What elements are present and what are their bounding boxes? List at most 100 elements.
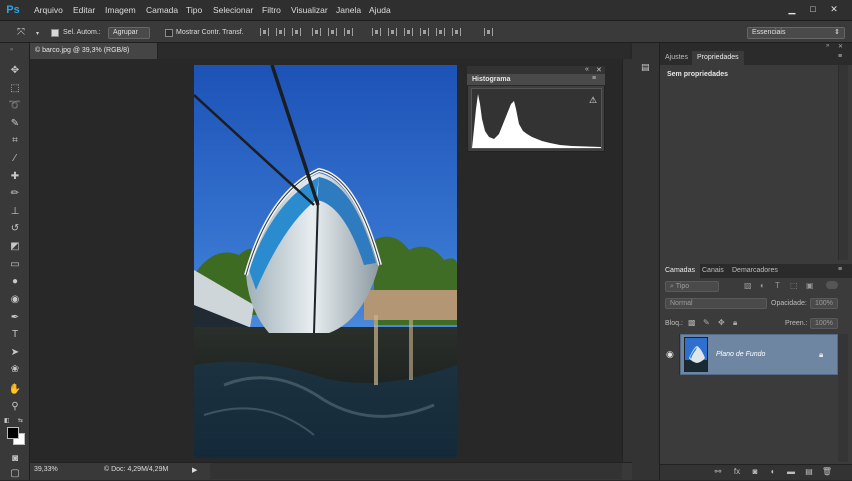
link-layers-icon[interactable]: ⚯	[712, 466, 724, 478]
auto-select-target-select[interactable]: Agrupar	[108, 27, 150, 39]
lock-image-pixels-icon[interactable]: ✎	[703, 318, 710, 327]
filter-type-icon[interactable]: T	[775, 281, 780, 290]
clone-stamp-tool-icon[interactable]: ⊥	[7, 205, 23, 219]
show-transform-checkbox[interactable]	[165, 29, 173, 37]
new-layer-icon[interactable]: ▤	[803, 466, 815, 478]
marquee-tool-icon[interactable]: ⬚	[7, 82, 23, 96]
layer-filter-select[interactable]: ⌕ Tipo	[665, 281, 719, 292]
history-panel-icon[interactable]: ▤	[641, 62, 653, 74]
delete-layer-icon[interactable]: 🗑︎	[821, 466, 833, 478]
distribute-hcenter-icon[interactable]	[436, 28, 445, 36]
layer-name[interactable]: Plano de Fundo	[716, 351, 765, 358]
menu-selecionar[interactable]: Selecionar	[213, 5, 253, 15]
auto-align-icon[interactable]	[484, 28, 493, 36]
layer-style-icon[interactable]: fx	[731, 466, 743, 478]
menu-arquivo[interactable]: Arquivo	[34, 5, 63, 15]
pen-tool-icon[interactable]: ✒	[7, 311, 23, 325]
layers-panel-menu-icon[interactable]: ≡	[838, 266, 842, 273]
history-brush-tool-icon[interactable]: ↺	[7, 222, 23, 236]
distribute-left-icon[interactable]	[420, 28, 429, 36]
path-selection-tool-icon[interactable]: ➤	[7, 346, 23, 360]
healing-brush-tool-icon[interactable]: ✚	[7, 170, 23, 184]
adjustment-layer-icon[interactable]: ◐	[767, 466, 779, 478]
align-bottom-icon[interactable]	[292, 28, 301, 36]
status-menu-arrow-icon[interactable]: ▶	[192, 466, 197, 474]
canvas-vertical-scrollbar[interactable]	[622, 59, 632, 462]
filter-smart-object-icon[interactable]: ▣	[806, 281, 814, 290]
swap-colors-icon[interactable]: ⇆	[18, 417, 26, 424]
close-window-button[interactable]: ✕	[826, 2, 842, 16]
distribute-top-icon[interactable]	[372, 28, 381, 36]
align-left-icon[interactable]	[312, 28, 321, 36]
default-colors-icon[interactable]: ◧	[4, 417, 12, 424]
histogram-warning-icon[interactable]: ⚠	[589, 95, 597, 106]
lock-all-icon[interactable]: 🔒︎	[733, 318, 737, 328]
menu-camada[interactable]: Camada	[146, 5, 178, 15]
menu-tipo[interactable]: Tipo	[186, 5, 202, 15]
menu-ajuda[interactable]: Ajuda	[369, 5, 391, 15]
brush-tool-icon[interactable]: ✏	[7, 187, 23, 201]
filter-toggle-switch[interactable]	[826, 281, 838, 289]
add-mask-icon[interactable]: ◙	[749, 466, 761, 478]
distribute-bottom-icon[interactable]	[404, 28, 413, 36]
screen-mode-icon[interactable]: ▢	[7, 467, 23, 481]
menu-imagem[interactable]: Imagem	[105, 5, 136, 15]
quick-mask-icon[interactable]: ◙	[7, 452, 23, 466]
align-hcenter-icon[interactable]	[328, 28, 337, 36]
tab-ajustes[interactable]: Ajustes	[660, 51, 693, 65]
toolbar-collapse-icon[interactable]: »	[10, 47, 20, 53]
close-panel-icon[interactable]: ✕	[596, 66, 602, 74]
blend-mode-select[interactable]: Normal	[665, 298, 767, 309]
layers-scrollbar[interactable]	[838, 334, 848, 462]
zoom-tool-icon[interactable]: ⚲	[7, 400, 23, 414]
chevron-down-icon[interactable]: ▾	[36, 30, 39, 37]
document-tab[interactable]: © barco.jpg @ 39,3% (RGB/8)	[30, 43, 158, 59]
opacity-input[interactable]: 100%	[810, 298, 838, 309]
move-tool-preset-icon[interactable]: ⤧	[17, 27, 25, 38]
filter-adjustment-icon[interactable]: ◐	[760, 281, 765, 290]
shape-tool-icon[interactable]: ❀	[7, 363, 23, 377]
align-right-icon[interactable]	[344, 28, 353, 36]
workspace-select[interactable]: Essenciais ⇕	[747, 27, 845, 39]
boat-photo-canvas[interactable]	[194, 65, 457, 458]
dodge-tool-icon[interactable]: ◉	[7, 293, 23, 307]
distribute-vcenter-icon[interactable]	[388, 28, 397, 36]
menu-filtro[interactable]: Filtro	[262, 5, 281, 15]
hand-tool-icon[interactable]: ✋	[7, 383, 23, 397]
align-top-icon[interactable]	[260, 28, 269, 36]
lock-position-icon[interactable]: ✥	[718, 318, 725, 327]
align-vcenter-icon[interactable]	[276, 28, 285, 36]
tab-demarcadores[interactable]: Demarcadores	[727, 264, 783, 278]
crop-tool-icon[interactable]: ⌗	[7, 134, 23, 148]
new-group-icon[interactable]: ▬	[785, 466, 797, 478]
minimize-button[interactable]: ▁	[784, 2, 800, 16]
eyedropper-tool-icon[interactable]: ⁄	[7, 152, 23, 166]
blur-tool-icon[interactable]: ●	[7, 275, 23, 289]
gradient-tool-icon[interactable]: ▭	[7, 258, 23, 272]
canvas-horizontal-scrollbar[interactable]	[210, 463, 622, 479]
lock-transparent-pixels-icon[interactable]: ▩	[688, 318, 696, 327]
type-tool-icon[interactable]: T	[7, 328, 23, 342]
tab-propriedades[interactable]: Propriedades	[692, 51, 744, 65]
collapse-panel-icon[interactable]: «	[585, 66, 589, 73]
move-tool-icon[interactable]: ✥	[7, 64, 23, 78]
menu-janela[interactable]: Janela	[336, 5, 361, 15]
properties-scrollbar[interactable]	[838, 65, 848, 260]
properties-panel-menu-icon[interactable]: ≡	[838, 53, 842, 60]
zoom-level-field[interactable]: 39,33%	[34, 466, 58, 473]
panel-menu-icon[interactable]: ≡	[592, 75, 596, 82]
lasso-tool-icon[interactable]: ➰	[7, 99, 23, 113]
filter-pixel-icon[interactable]: ▨	[744, 281, 752, 290]
tab-canais[interactable]: Canais	[697, 264, 729, 278]
fill-input[interactable]: 100%	[810, 318, 838, 329]
menu-visualizar[interactable]: Visualizar	[291, 5, 328, 15]
auto-select-checkbox[interactable]	[51, 29, 59, 37]
dock-collapse-icon[interactable]: »	[826, 43, 829, 49]
eye-icon[interactable]: ◉	[666, 349, 674, 360]
filter-shape-icon[interactable]: ⬚	[790, 281, 798, 290]
eraser-tool-icon[interactable]: ◩	[7, 240, 23, 254]
restore-button[interactable]: □	[805, 2, 821, 16]
dock-close-icon[interactable]: ✕	[838, 43, 843, 50]
tab-camadas[interactable]: Camadas	[660, 264, 700, 278]
foreground-color-swatch[interactable]	[7, 427, 19, 439]
